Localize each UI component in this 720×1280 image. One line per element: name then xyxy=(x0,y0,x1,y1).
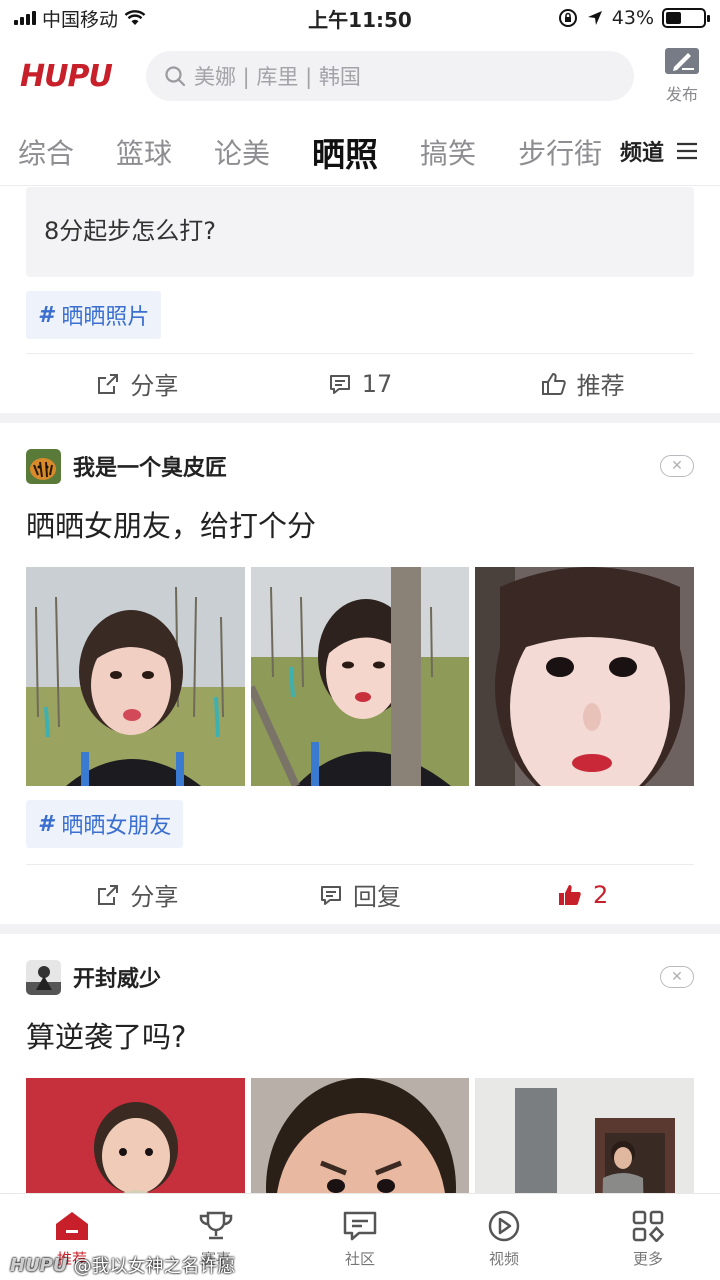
topic-row: # 晒晒女朋友 xyxy=(26,800,694,848)
feed-separator xyxy=(0,413,720,423)
signal-icon xyxy=(14,11,36,25)
nav-video[interactable]: 视频 xyxy=(432,1194,576,1280)
tab-beauty[interactable]: 论美 xyxy=(214,132,270,172)
battery-icon xyxy=(662,8,710,28)
carrier-name: 中国移动 xyxy=(42,8,119,31)
comment-icon xyxy=(321,885,341,905)
recommend-button[interactable]: 推荐 xyxy=(471,366,694,401)
post-image[interactable] xyxy=(475,1078,695,1193)
feed-post[interactable]: 我是一个臭皮匠 ✕ 晒晒女朋友，给打个分 # 晒晒女朋友 分享 回复 2 xyxy=(0,423,720,924)
share-icon xyxy=(98,884,119,905)
search-bar[interactable]: 美娜 | 库里 | 韩国 xyxy=(146,51,634,101)
watermark-text: @我以女神之名许愿 xyxy=(73,1256,236,1277)
like-count: 2 xyxy=(593,880,609,909)
tab-photos[interactable]: 晒照 xyxy=(312,128,378,176)
location-icon xyxy=(587,11,602,25)
status-right: 43% xyxy=(558,7,710,29)
channels-label: 频道 xyxy=(619,141,664,166)
home-icon xyxy=(56,1212,88,1240)
watermark-logo: HUPU xyxy=(10,1254,68,1276)
battery-fill xyxy=(666,12,682,24)
post-image[interactable] xyxy=(26,567,245,786)
nav-label: 社区 xyxy=(344,1250,375,1268)
topic-tag[interactable]: # 晒晒女朋友 xyxy=(26,800,184,848)
app-header: HUPU 美娜 | 库里 | 韩国 发布 xyxy=(0,40,720,112)
comment-icon xyxy=(329,374,350,394)
username[interactable]: 开封威少 xyxy=(73,961,660,993)
community-icon xyxy=(343,1211,377,1241)
thumbs-up-filled-icon xyxy=(559,884,581,905)
close-icon: ✕ xyxy=(671,458,683,474)
image-grid xyxy=(26,567,695,786)
topic-row: # 晒晒照片 xyxy=(26,291,694,339)
reply-button[interactable]: 17 xyxy=(249,370,472,398)
like-button[interactable]: 2 xyxy=(471,881,694,909)
share-button[interactable]: 分享 xyxy=(26,877,249,912)
topic-tag-label: 晒晒照片 xyxy=(61,305,150,330)
avatar[interactable] xyxy=(26,448,61,484)
post-image[interactable] xyxy=(250,1078,470,1193)
trophy-icon xyxy=(199,1211,233,1240)
grid-icon xyxy=(632,1210,665,1242)
status-left: 中国移动 xyxy=(14,5,558,32)
search-placeholder: 美娜 | 库里 | 韩国 xyxy=(194,65,361,89)
post-image[interactable] xyxy=(250,567,470,786)
topic-tag[interactable]: # 晒晒照片 xyxy=(26,291,162,339)
play-icon xyxy=(488,1210,520,1242)
publish-label: 发布 xyxy=(665,85,698,104)
category-tabs: 综合 篮球 论美 晒照 搞笑 步行街 频道 xyxy=(0,118,720,186)
publish-button[interactable]: 发布 xyxy=(664,47,700,105)
wifi-icon xyxy=(124,10,146,25)
quoted-post[interactable]: 8分起步怎么打? xyxy=(26,187,694,277)
tab-comprehensive[interactable]: 综合 xyxy=(18,132,74,172)
post-header: 我是一个臭皮匠 ✕ xyxy=(26,447,694,485)
compose-icon xyxy=(665,48,699,74)
hupu-logo[interactable]: HUPU xyxy=(20,59,130,94)
avatar[interactable] xyxy=(26,959,61,995)
topic-hash-icon: # xyxy=(38,302,54,328)
battery-percent: 43% xyxy=(611,7,654,29)
post-header: 开封威少 ✕ xyxy=(26,958,694,996)
nav-community[interactable]: 社区 xyxy=(288,1194,432,1280)
topic-hash-icon: # xyxy=(38,811,54,837)
reply-label: 回复 xyxy=(353,883,401,911)
reply-button[interactable]: 回复 xyxy=(249,877,472,912)
channels-button[interactable]: 频道 xyxy=(601,118,720,184)
nav-label: 视频 xyxy=(488,1250,519,1268)
username[interactable]: 我是一个臭皮匠 xyxy=(73,450,660,482)
topic-tag-label: 晒晒女朋友 xyxy=(61,814,172,839)
recommend-label: 推荐 xyxy=(576,372,625,400)
tab-basketball[interactable]: 篮球 xyxy=(116,132,172,172)
reply-count: 17 xyxy=(361,369,393,398)
thumbs-up-icon xyxy=(541,372,566,395)
quoted-text: 8分起步怎么打? xyxy=(44,217,217,245)
search-icon xyxy=(165,66,186,87)
menu-icon xyxy=(677,142,697,160)
share-button[interactable]: 分享 xyxy=(26,366,249,401)
feed-post[interactable]: 开封威少 ✕ 算逆袭了吗? xyxy=(0,934,720,1193)
share-icon xyxy=(98,373,119,394)
status-bar: 中国移动 上午11:50 43% xyxy=(0,0,720,36)
post-image[interactable] xyxy=(475,567,695,786)
rotation-lock-icon xyxy=(558,9,577,27)
nav-more[interactable]: 更多 xyxy=(576,1194,720,1280)
share-label: 分享 xyxy=(130,883,179,911)
close-icon: ✕ xyxy=(671,969,683,985)
post-title[interactable]: 算逆袭了吗? xyxy=(26,1014,694,1056)
tab-pedestrian-street[interactable]: 步行街 xyxy=(518,132,602,172)
post-image[interactable] xyxy=(26,1078,245,1193)
post-title[interactable]: 晒晒女朋友，给打个分 xyxy=(26,503,694,545)
dismiss-button[interactable]: ✕ xyxy=(660,455,694,477)
nav-label: 更多 xyxy=(632,1250,663,1268)
prev-post: 8分起步怎么打? # 晒晒照片 分享 17 推荐 xyxy=(0,187,720,413)
tab-funny[interactable]: 搞笑 xyxy=(420,132,476,172)
dismiss-button[interactable]: ✕ xyxy=(660,966,694,988)
watermark: HUPU @我以女神之名许愿 xyxy=(10,1252,236,1278)
feed-separator xyxy=(0,924,720,934)
action-bar: 分享 17 推荐 xyxy=(26,353,694,413)
image-grid xyxy=(26,1078,695,1193)
action-bar: 分享 回复 2 xyxy=(26,864,694,924)
share-label: 分享 xyxy=(130,372,179,400)
feed: 8分起步怎么打? # 晒晒照片 分享 17 推荐 我是一个臭皮匠 ✕ 晒晒女朋友… xyxy=(0,187,720,1193)
